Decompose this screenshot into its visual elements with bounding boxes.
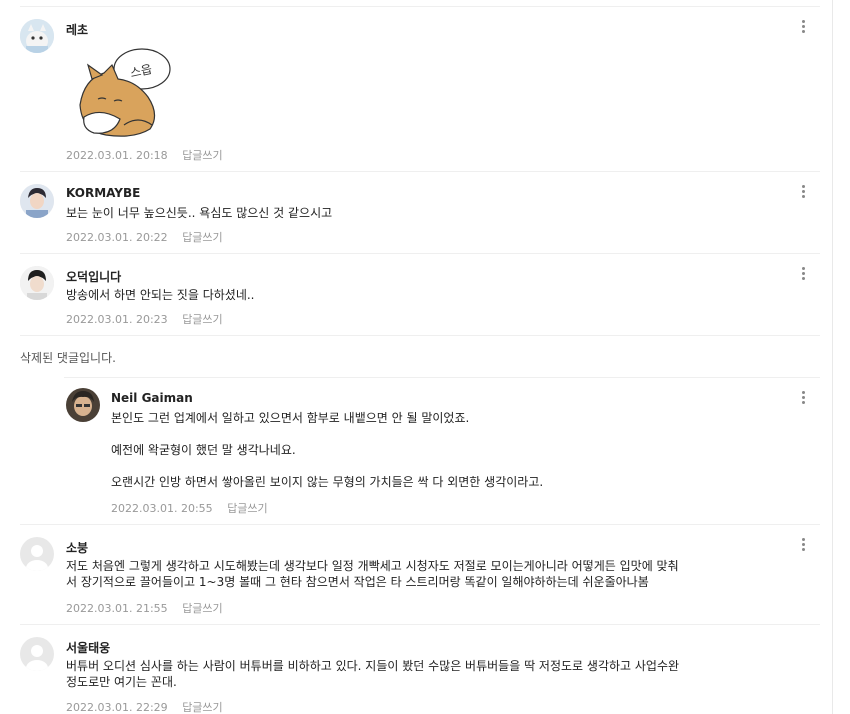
comment-date: 2022.03.01. 20:22 (66, 231, 168, 244)
more-options-icon[interactable] (799, 184, 807, 200)
comment-author[interactable]: 오덕입니다 (66, 268, 121, 285)
default-avatar-icon[interactable] (20, 637, 54, 671)
comment-meta: 2022.03.01. 20:22 답글쓰기 (66, 229, 223, 245)
avatar-image (20, 266, 54, 300)
comment-paragraph: 예전에 왁굳형이 했던 말 생각나네요. (111, 443, 296, 457)
avatar[interactable] (20, 19, 54, 53)
more-options-icon[interactable] (799, 390, 807, 406)
reply-button[interactable]: 답글쓰기 (182, 602, 222, 615)
comment-item: 서울태웅 버튜버 오디션 심사를 하는 사람이 버튜버를 비하하고 있다. 지들… (20, 624, 820, 714)
comment-body: 버튜버 오디션 심사를 하는 사람이 버튜버를 비하하고 있다. 지들이 봤던 … (66, 658, 679, 690)
comment-meta: 2022.03.01. 22:29 답글쓰기 (66, 699, 223, 714)
reply-comment: Neil Gaiman 본인도 그런 업계에서 일하고 있으면서 함부로 내뱉으… (64, 377, 820, 524)
reply-button[interactable]: 답글쓰기 (182, 313, 222, 326)
comment-text-line: 버튜버 오디션 심사를 하는 사람이 버튜버를 비하하고 있다. 지들이 봤던 … (66, 659, 680, 673)
comment-body: 본인도 그런 업계에서 일하고 있으면서 함부로 내뱉으면 안 될 말이었죠. … (111, 410, 543, 490)
comment-author[interactable]: 레초 (66, 21, 88, 38)
comment-item: KORMAYBE 보는 눈이 너무 높으신듯.. 욕심도 많으신 것 같으시고 … (20, 171, 820, 253)
reply-button[interactable]: 답글쓰기 (182, 149, 222, 162)
reply-button[interactable]: 답글쓰기 (182, 231, 222, 244)
comment-text-line: 저도 처음엔 그렇게 생각하고 시도해봤는데 생각보다 일정 개빡세고 시청자도… (66, 559, 679, 573)
deleted-notice: 삭제된 댓글입니다. (20, 351, 116, 365)
avatar[interactable] (20, 184, 54, 218)
comment-text-line: 서 장기적으로 끌어들이고 1~3명 볼때 그 현타 참으면서 작업은 타 스트… (66, 575, 649, 589)
comment-meta: 2022.03.01. 20:23 답글쓰기 (66, 311, 223, 327)
comment-text-line: 보는 눈이 너무 높으신듯.. 욕심도 많으신 것 같으시고 (66, 206, 333, 220)
comment-paragraph: 본인도 그런 업계에서 일하고 있으면서 함부로 내뱉으면 안 될 말이었죠. (111, 411, 470, 425)
deleted-comment: 삭제된 댓글입니다. (20, 335, 820, 377)
avatar-image (20, 19, 54, 53)
comment-author[interactable]: 서울태웅 (66, 639, 110, 656)
comment-paragraph: 오랜시간 인방 하면서 쌓아올린 보이지 않는 무형의 가치들은 싹 다 외면한… (111, 475, 544, 489)
avatar[interactable] (20, 266, 54, 300)
comment-text-line: 방송에서 하면 안되는 짓을 다하셨네.. (66, 288, 255, 302)
more-options-icon[interactable] (799, 266, 807, 282)
more-options-icon[interactable] (799, 537, 807, 553)
avatar-image (66, 388, 100, 422)
comment-date: 2022.03.01. 21:55 (66, 602, 168, 615)
comment-author[interactable]: Neil Gaiman (111, 391, 193, 405)
comment-date: 2022.03.01. 22:29 (66, 701, 168, 714)
scroll-rail (832, 0, 833, 714)
comment-date: 2022.03.01. 20:55 (111, 502, 213, 515)
fox-sticker: 스읍 (79, 48, 171, 137)
default-avatar-icon[interactable] (20, 537, 54, 571)
comment-date: 2022.03.01. 20:23 (66, 313, 168, 326)
avatar-image (20, 184, 54, 218)
comment-body: 방송에서 하면 안되는 짓을 다하셨네.. (66, 287, 255, 303)
comment-text-line: 정도로만 여기는 꼰대. (66, 675, 177, 689)
comment-item: 소붕 저도 처음엔 그렇게 생각하고 시도해봤는데 생각보다 일정 개빡세고 시… (20, 524, 820, 624)
comment-item: 오덕입니다 방송에서 하면 안되는 짓을 다하셨네.. 2022.03.01. … (20, 253, 820, 335)
comment-author[interactable]: 소붕 (66, 539, 88, 556)
comment-body: 보는 눈이 너무 높으신듯.. 욕심도 많으신 것 같으시고 (66, 205, 332, 221)
comment-body: 저도 처음엔 그렇게 생각하고 시도해봤는데 생각보다 일정 개빡세고 시청자도… (66, 558, 679, 590)
comment-meta: 2022.03.01. 20:18 답글쓰기 (66, 147, 223, 163)
reply-button[interactable]: 답글쓰기 (227, 502, 267, 515)
comment-meta: 2022.03.01. 20:55 답글쓰기 (111, 500, 268, 516)
avatar[interactable] (66, 388, 100, 422)
comment-item: 레초 스읍 2022.03.01. 20:18 답글쓰기 (20, 6, 820, 171)
comment-meta: 2022.03.01. 21:55 답글쓰기 (66, 600, 223, 616)
reply-button[interactable]: 답글쓰기 (182, 701, 222, 714)
comment-date: 2022.03.01. 20:18 (66, 149, 168, 162)
comment-author[interactable]: KORMAYBE (66, 186, 140, 200)
more-options-icon[interactable] (799, 19, 807, 35)
